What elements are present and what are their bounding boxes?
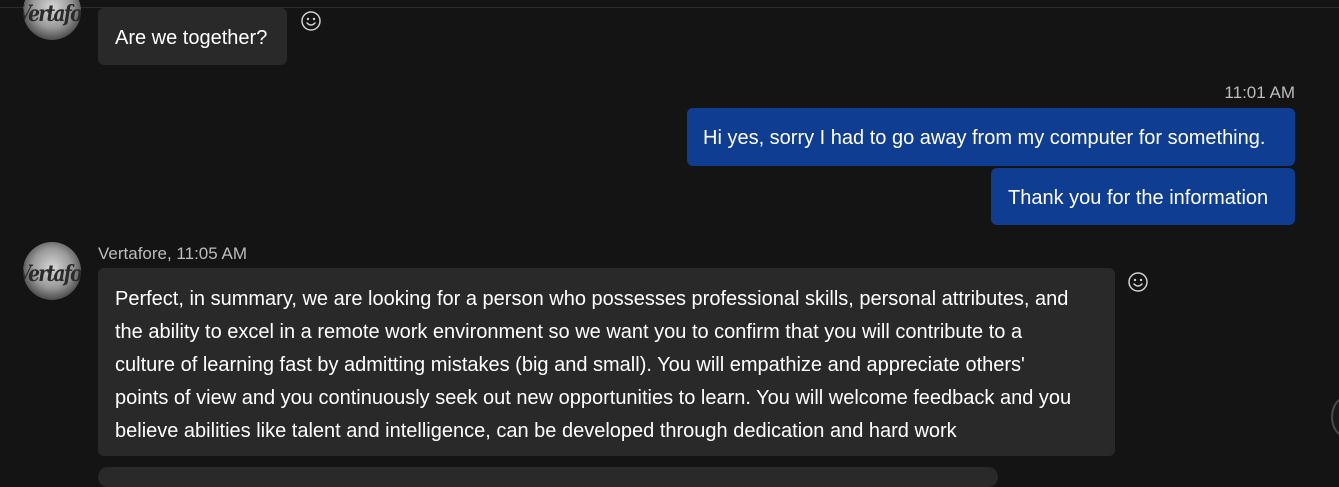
message-text: Perfect, in summary, we are looking for … [115, 283, 1071, 448]
message-line: Perfect, in summary, we are looking for … [115, 288, 1069, 310]
message-text: Thank you for the information [1008, 187, 1269, 209]
avatar-logo-text: Vertafor [23, 1, 81, 27]
message-text: Are we together? [115, 27, 268, 49]
scroll-button[interactable] [1331, 397, 1339, 437]
sender-avatar[interactable]: Vertafor [23, 242, 81, 300]
smiley-icon[interactable] [301, 11, 321, 31]
avatar-logo-text: Vertafor [23, 261, 81, 287]
message-bubble[interactable]: Hi yes, sorry I had to go away from my c… [687, 108, 1295, 166]
message-line: culture of learning fast by admitting mi… [115, 354, 1025, 376]
sender-avatar[interactable]: Vertafor [23, 0, 81, 40]
sender-name-time: Vertafore, 11:05 AM [98, 244, 247, 263]
message-line: points of view and you continuously seek… [115, 387, 1072, 409]
message-line: the ability to excel in a remote work en… [115, 321, 1023, 343]
smiley-icon[interactable] [1128, 272, 1148, 292]
message-text: Hi yes, sorry I had to go away from my c… [703, 127, 1266, 149]
message-bubble[interactable] [98, 467, 998, 487]
message-timestamp: 11:01 AM [1224, 83, 1295, 102]
message-bubble[interactable]: Are we together? [98, 8, 287, 65]
message-bubble[interactable]: Perfect, in summary, we are looking for … [98, 268, 1115, 456]
message-line: believe abilities like talent and intell… [115, 420, 957, 442]
message-bubble[interactable]: Thank you for the information [991, 168, 1295, 225]
